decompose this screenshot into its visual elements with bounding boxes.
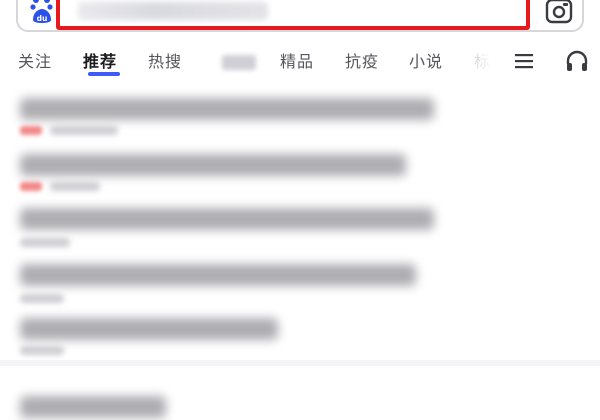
blurred-tag (20, 182, 42, 191)
blurred-headline (20, 264, 416, 286)
blurred-meta (20, 294, 64, 303)
menu-icon[interactable] (514, 52, 534, 70)
blurred-headline (20, 98, 434, 120)
camera-icon[interactable] (545, 0, 573, 24)
tab-blurred-placeholder (222, 55, 256, 70)
tab-novel[interactable]: 小说 (409, 48, 443, 72)
tab-hot-search[interactable]: 热搜 (148, 48, 182, 72)
blurred-tag (20, 126, 42, 135)
tab-follow[interactable]: 关注 (18, 48, 52, 72)
blurred-meta (20, 346, 64, 355)
blurred-headline (20, 154, 406, 176)
headphones-icon[interactable] (565, 50, 589, 72)
svg-text:du: du (37, 14, 48, 23)
tab-fade (458, 46, 498, 76)
active-tab-indicator (88, 72, 120, 76)
blurred-headline (20, 318, 278, 340)
tab-recommend[interactable]: 推荐 (83, 48, 117, 72)
blurred-headline (20, 208, 434, 230)
tab-premium[interactable]: 精品 (280, 48, 314, 72)
blurred-meta (50, 126, 118, 135)
baidu-paw-logo[interactable]: du (30, 0, 54, 26)
section-divider (0, 360, 600, 366)
channel-tabs: 关注 推荐 热搜 精品 抗疫 小说 标 (0, 44, 600, 78)
tab-anti-epidemic[interactable]: 抗疫 (345, 48, 379, 72)
blurred-meta (20, 238, 70, 247)
blurred-meta (50, 182, 100, 191)
search-row: du (0, 0, 600, 42)
news-feed (0, 88, 600, 420)
blurred-headline (20, 396, 166, 418)
search-highlight-frame (56, 0, 530, 30)
